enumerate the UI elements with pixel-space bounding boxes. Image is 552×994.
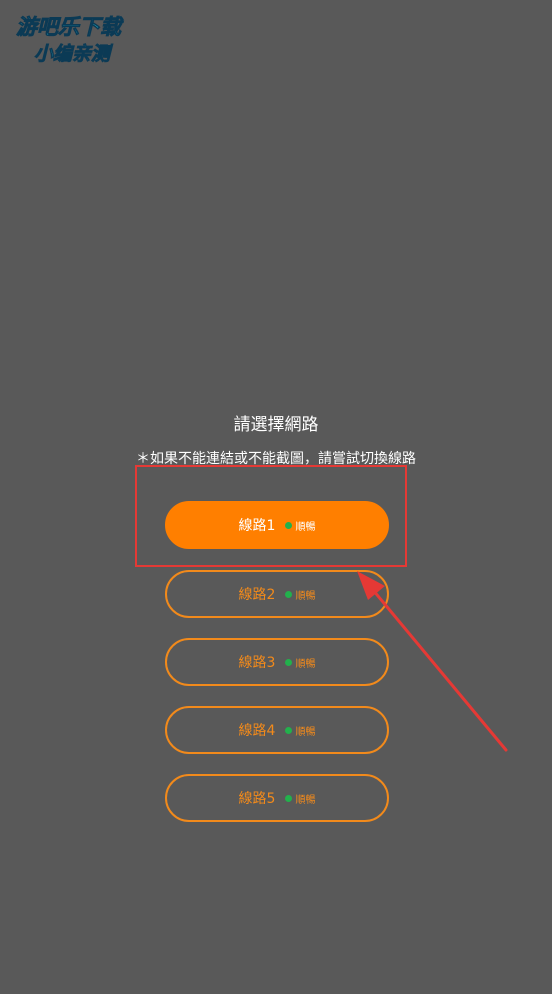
line-status: 順暢 — [295, 590, 316, 602]
line-label: 線路2 — [238, 587, 276, 603]
line-label: 線路5 — [238, 791, 276, 807]
annotation-highlight-box — [135, 465, 407, 567]
line-5-button[interactable]: 線路5 順暢 — [165, 774, 389, 822]
line-label: 線路3 — [238, 655, 276, 671]
line-status: 順暢 — [295, 794, 316, 806]
line-status: 順暢 — [295, 726, 316, 738]
status-dot-icon — [285, 590, 293, 598]
line-status: 順暢 — [295, 658, 316, 670]
line-label: 線路4 — [238, 723, 276, 739]
svg-text:游吧乐下载: 游吧乐下载 — [16, 15, 124, 39]
line-3-button[interactable]: 線路3 順暢 — [165, 638, 389, 686]
site-watermark-logo: 游吧乐下载 小编亲测 — [16, 15, 125, 66]
line-4-button[interactable]: 線路4 順暢 — [165, 706, 389, 754]
status-dot-icon — [285, 658, 293, 666]
status-dot-icon — [285, 794, 293, 802]
select-network-title: 請選擇網路 — [233, 415, 319, 435]
svg-text:小编亲测: 小编亲测 — [34, 43, 114, 65]
status-dot-icon — [285, 726, 293, 734]
line-2-button[interactable]: 線路2 順暢 — [165, 570, 389, 618]
page: 游吧乐下载 小编亲测 請選擇網路 ＊如果不能連結或不能截圖，請嘗試切換線路 線路… — [0, 0, 552, 994]
